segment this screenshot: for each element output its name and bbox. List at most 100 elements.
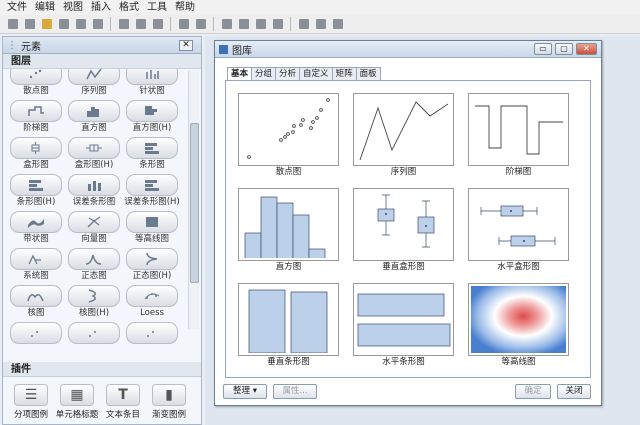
gallery-item-vbox[interactable]: 垂直盒形图: [353, 188, 454, 274]
element-button[interactable]: [68, 248, 120, 270]
minimize-button[interactable]: ▭: [534, 43, 552, 55]
tab-3[interactable]: 自定义: [299, 67, 333, 80]
plugin-glyph-icon[interactable]: ▦: [60, 384, 94, 406]
element-11[interactable]: 误差条形图(H): [124, 174, 180, 208]
toolbar-tool-icon[interactable]: [253, 17, 268, 32]
toolbar-tool-icon[interactable]: [56, 17, 71, 32]
element-6[interactable]: 盒形图: [8, 137, 64, 171]
close-button[interactable]: 关闭: [557, 384, 591, 399]
element-16[interactable]: 正态图: [66, 248, 122, 282]
element-button[interactable]: [126, 285, 178, 307]
toolbar-tool-icon[interactable]: [150, 17, 165, 32]
element-button[interactable]: [126, 137, 178, 159]
element-15[interactable]: 系统图: [8, 248, 64, 282]
element-9[interactable]: 条形图(H): [8, 174, 64, 208]
tab-2[interactable]: 分析: [275, 67, 301, 80]
toolbar-tool-icon[interactable]: [73, 17, 88, 32]
element-button[interactable]: [126, 174, 178, 196]
element-button[interactable]: [10, 137, 62, 159]
gallery-item-series[interactable]: 序列图: [353, 93, 454, 179]
element-button[interactable]: [10, 248, 62, 270]
menu-item-1[interactable]: 编辑: [31, 0, 59, 15]
element-7[interactable]: 盒形图(H): [66, 137, 122, 171]
toolbar-tool-icon[interactable]: [22, 17, 37, 32]
scrollbar-thumb[interactable]: [190, 123, 199, 283]
gallery-thumbnail[interactable]: [353, 188, 454, 261]
gallery-thumbnail[interactable]: [468, 283, 569, 356]
plugin-1[interactable]: ▦ 单元格标题: [56, 384, 98, 420]
element-button[interactable]: [126, 248, 178, 270]
element-17[interactable]: 正态图(H): [124, 248, 180, 282]
menu-item-3[interactable]: 插入: [87, 0, 115, 15]
element-button[interactable]: [10, 174, 62, 196]
toolbar-tool-icon[interactable]: [236, 17, 251, 32]
element-0[interactable]: 散点图: [8, 69, 64, 97]
plugins-section-header[interactable]: 插件: [3, 362, 201, 377]
element-22[interactable]: [66, 322, 122, 356]
tab-1[interactable]: 分组: [251, 67, 277, 80]
tab-0[interactable]: 基本: [227, 67, 253, 81]
toolbar-tool-icon[interactable]: [219, 17, 234, 32]
element-button[interactable]: [10, 100, 62, 122]
element-3[interactable]: 阶梯图: [8, 100, 64, 134]
elements-scrollbar[interactable]: [188, 71, 199, 329]
element-1[interactable]: 序列图: [66, 69, 122, 97]
element-14[interactable]: 等高线图: [124, 211, 180, 245]
element-13[interactable]: 向量图: [66, 211, 122, 245]
menu-item-4[interactable]: 格式: [115, 0, 143, 15]
menu-item-5[interactable]: 工具: [143, 0, 171, 15]
plugin-0[interactable]: ☰ 分项图例: [11, 384, 51, 420]
plugin-3[interactable]: ▮ 渐变图例: [149, 384, 189, 420]
element-button[interactable]: [126, 211, 178, 233]
maximize-button[interactable]: ▢: [555, 43, 573, 55]
element-button[interactable]: [10, 69, 62, 85]
menu-item-6[interactable]: 帮助: [171, 0, 199, 15]
gallery-thumbnail[interactable]: [238, 188, 339, 261]
gallery-item-histogram[interactable]: 直方图: [238, 188, 339, 274]
toolbar-tool-icon[interactable]: [330, 17, 345, 32]
manage-button[interactable]: 整理 ▾: [223, 384, 267, 399]
gallery-thumbnail[interactable]: [468, 93, 569, 166]
gallery-item-step[interactable]: 阶梯图: [468, 93, 569, 179]
toolbar-tool-icon[interactable]: [116, 17, 131, 32]
element-button[interactable]: [68, 100, 120, 122]
menu-item-2[interactable]: 视图: [59, 0, 87, 15]
element-18[interactable]: 核图: [8, 285, 64, 319]
ok-button[interactable]: 确定: [515, 384, 551, 399]
plugin-glyph-icon[interactable]: T: [106, 384, 140, 406]
toolbar-tool-icon[interactable]: [39, 17, 54, 32]
element-4[interactable]: 直方图: [66, 100, 122, 134]
window-close-button[interactable]: ✕: [576, 43, 597, 55]
toolbar-tool-icon[interactable]: [133, 17, 148, 32]
gallery-thumbnail[interactable]: [353, 283, 454, 356]
plugin-2[interactable]: T 文本条目: [103, 384, 143, 420]
properties-button[interactable]: 属性...: [273, 384, 317, 399]
element-button[interactable]: [10, 322, 62, 344]
panel-close-button[interactable]: ✕: [179, 40, 193, 51]
gallery-thumbnail[interactable]: [238, 283, 339, 356]
gallery-item-contour[interactable]: 等高线图: [468, 283, 569, 369]
gallery-item-vbar[interactable]: 垂直条形图: [238, 283, 339, 369]
element-8[interactable]: 条形图: [124, 137, 180, 171]
gallery-thumbnail[interactable]: [468, 188, 569, 261]
gallery-item-hbox[interactable]: 水平盒形图: [468, 188, 569, 274]
element-button[interactable]: [68, 211, 120, 233]
element-button[interactable]: [68, 322, 120, 344]
element-21[interactable]: [8, 322, 64, 356]
gallery-thumbnail[interactable]: [353, 93, 454, 166]
element-button[interactable]: [126, 100, 178, 122]
element-20[interactable]: Loess: [124, 285, 180, 319]
tab-4[interactable]: 矩阵: [331, 67, 357, 80]
plugin-glyph-icon[interactable]: ▮: [152, 384, 186, 406]
element-button[interactable]: [68, 285, 120, 307]
gallery-thumbnail[interactable]: [238, 93, 339, 166]
gallery-item-hbar[interactable]: 水平条形图: [353, 283, 454, 369]
element-button[interactable]: [10, 211, 62, 233]
menu-item-0[interactable]: 文件: [3, 0, 31, 15]
element-button[interactable]: [68, 69, 120, 85]
element-23[interactable]: [124, 322, 180, 356]
element-button[interactable]: [10, 285, 62, 307]
element-5[interactable]: 直方图(H): [124, 100, 180, 134]
toolbar-tool-icon[interactable]: [176, 17, 191, 32]
toolbar-tool-icon[interactable]: [313, 17, 328, 32]
